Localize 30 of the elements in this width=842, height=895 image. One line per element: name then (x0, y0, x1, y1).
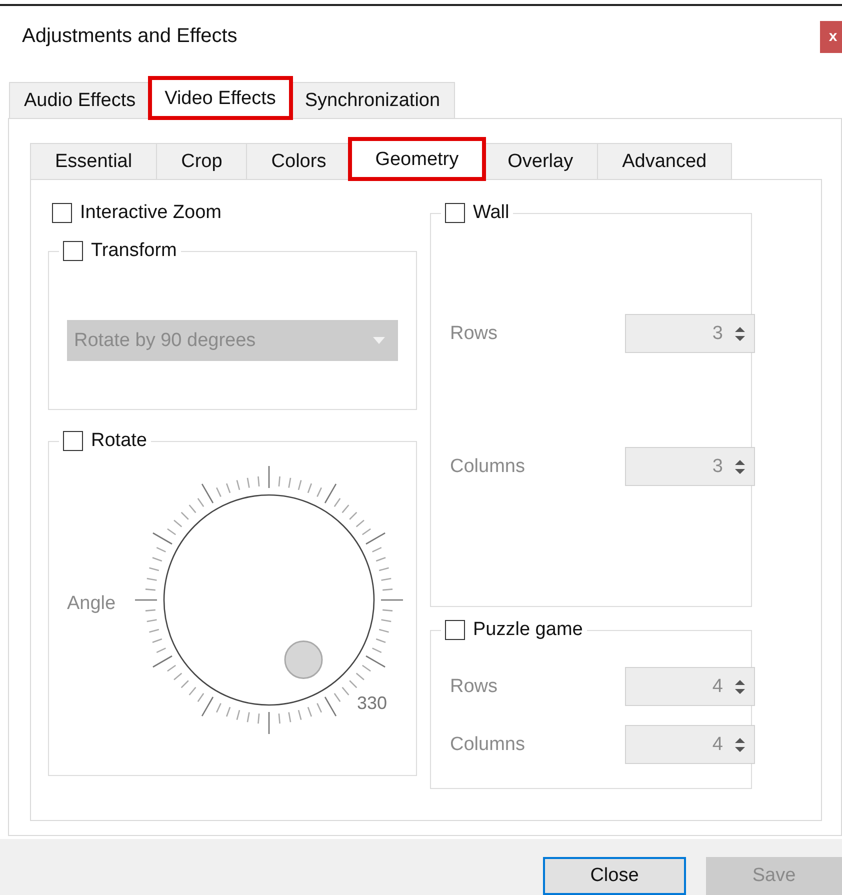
checkbox[interactable] (63, 241, 83, 261)
checkbox-label: Wall (473, 202, 510, 224)
window-title: Adjustments and Effects (22, 25, 238, 48)
field-label: Rows (450, 676, 498, 698)
tab[interactable]: Advanced (597, 143, 732, 179)
angle-reading: 330 (357, 694, 388, 712)
field-label: Columns (450, 734, 525, 756)
field-label: Columns (450, 456, 525, 478)
spin-arrows-icon (735, 678, 745, 694)
tab[interactable]: Audio Effects (9, 82, 151, 118)
tab[interactable]: Video Effects (150, 78, 291, 118)
checkbox[interactable] (445, 203, 465, 223)
spin-arrows-icon (735, 736, 745, 752)
dialog-button[interactable]: Close (543, 857, 686, 895)
checkbox[interactable] (52, 203, 72, 223)
angle-label: Angle (67, 593, 117, 615)
spin-arrows-icon (735, 458, 745, 474)
tab[interactable]: Crop (156, 143, 248, 179)
tab[interactable]: Essential (30, 143, 158, 179)
checkbox-label: Transform (91, 240, 177, 262)
caret-icon (373, 336, 385, 344)
checkbox[interactable] (63, 431, 83, 451)
checkbox-label: Rotate (91, 430, 147, 452)
checkbox-label: Puzzle game (473, 619, 583, 641)
spin-arrows-icon (735, 326, 745, 342)
window-close-button[interactable]: x (820, 20, 842, 52)
tab[interactable]: Geometry (350, 139, 484, 179)
checkbox-label: Interactive Zoom (80, 202, 222, 224)
field-label: Rows (450, 322, 498, 344)
checkbox[interactable] (445, 620, 465, 640)
